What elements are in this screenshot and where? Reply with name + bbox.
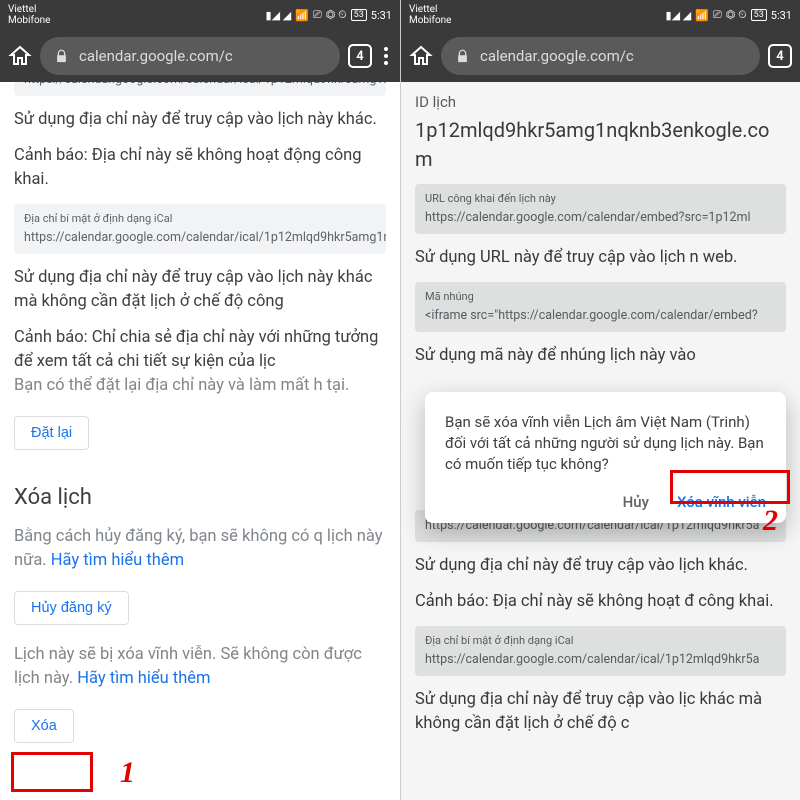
text-warning-1: Cảnh báo: Địa chỉ này sẽ không hoạt động… xyxy=(14,144,386,192)
url-value: https://calendar.google.com/calendar/ica… xyxy=(24,82,386,87)
lock-icon xyxy=(54,49,69,64)
dialog-confirm-button[interactable]: Xóa vĩnh viễn xyxy=(677,493,766,511)
text-use-address-2: Sử dụng địa chỉ này để truy cập vào lịch… xyxy=(14,266,386,314)
carrier-1: Viettel xyxy=(8,4,51,15)
dialog-cancel-button[interactable]: Hủy xyxy=(623,493,649,511)
text-warning-2: Cảnh báo: Chỉ chia sẻ địa chỉ này với nh… xyxy=(14,326,386,398)
learn-more-link-1[interactable]: Hãy tìm hiểu thêm xyxy=(51,551,184,570)
carrier-2: Mobifone xyxy=(8,15,51,26)
confirm-delete-dialog: Bạn sẽ xóa vĩnh viễn Lịch âm Việt Nam (T… xyxy=(425,392,786,523)
ical-label: Địa chỉ bí mật ở định dạng iCal xyxy=(24,211,376,227)
battery-icon: 53 xyxy=(351,9,367,21)
alarm-icon: ⏣ ⏲ xyxy=(326,8,347,22)
delete-permanent-text: Lịch này sẽ bị xóa vĩnh viễn. Sẽ không c… xyxy=(14,643,386,691)
dialog-message: Bạn sẽ xóa vĩnh viễn Lịch âm Việt Nam (T… xyxy=(445,412,766,475)
unsubscribe-text: Bằng cách hủy đăng ký, bạn sẽ không có q… xyxy=(14,525,386,573)
delete-button[interactable]: Xóa xyxy=(14,709,74,743)
ical-box[interactable]: Địa chỉ bí mật ở định dạng iCal https://… xyxy=(14,204,386,254)
wifi-icon: 📶 xyxy=(295,9,309,22)
phone-right: Viettel Mobifone ▮◢ ◢ 📶 ⎚ ⏣ ⏲ 53 5:31 ca… xyxy=(400,0,800,800)
menu-icon[interactable] xyxy=(380,47,392,65)
tab-switcher[interactable]: 4 xyxy=(348,44,372,68)
browser-toolbar: calendar.google.com/c 4 xyxy=(0,30,400,82)
cast-icon: ⎚ xyxy=(313,8,322,22)
ical-url: https://calendar.google.com/calendar/ica… xyxy=(24,230,386,245)
step-number-1: 1 xyxy=(120,756,135,790)
clock: 5:31 xyxy=(371,9,392,22)
signal-icon: ▮◢ ◢ xyxy=(266,9,292,22)
url-box[interactable]: https://calendar.google.com/calendar/ica… xyxy=(14,82,386,96)
url-bar[interactable]: calendar.google.com/c xyxy=(40,37,340,75)
page-content: https://calendar.google.com/calendar/ica… xyxy=(0,82,400,800)
phone-left: Viettel Mobifone ▮◢ ◢ 📶 ⎚ ⏣ ⏲ 53 5:31 ca… xyxy=(0,0,400,800)
step-number-2: 2 xyxy=(763,504,778,538)
delete-heading: Xóa lịch xyxy=(14,482,386,514)
home-icon[interactable] xyxy=(8,44,32,68)
url-text: calendar.google.com/c xyxy=(79,47,233,65)
unsubscribe-button[interactable]: Hủy đăng ký xyxy=(14,591,129,625)
status-bar: Viettel Mobifone ▮◢ ◢ 📶 ⎚ ⏣ ⏲ 53 5:31 xyxy=(0,0,400,30)
learn-more-link-2[interactable]: Hãy tìm hiểu thêm xyxy=(77,669,210,688)
text-use-address-1: Sử dụng địa chỉ này để truy cập vào lịch… xyxy=(14,108,386,132)
reset-button[interactable]: Đặt lại xyxy=(14,416,89,450)
